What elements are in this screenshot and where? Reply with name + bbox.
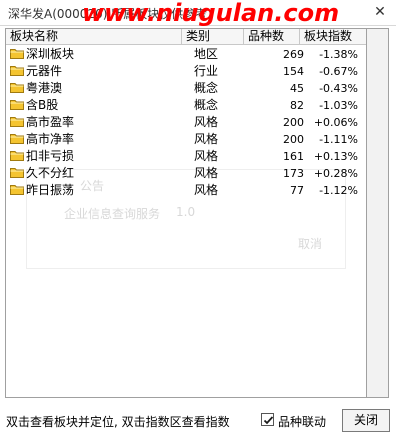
sector-name-cell: 高市净率 bbox=[10, 131, 74, 148]
title-bar: 深华发A(000020) 所属板块仅供参考 www.niugulan.com ✕ bbox=[0, 0, 396, 27]
sector-name-cell: 高市盈率 bbox=[10, 114, 74, 131]
sector-name: 深圳板块 bbox=[26, 47, 75, 61]
folder-icon bbox=[10, 65, 24, 76]
sector-name: 含B股 bbox=[26, 98, 59, 112]
sector-type-cell: 概念 bbox=[194, 81, 219, 95]
sector-type-cell: 风格 bbox=[194, 149, 219, 163]
sync-checkbox[interactable] bbox=[261, 413, 274, 426]
table-row[interactable]: 深圳板块 地区 269 -1.38% bbox=[6, 46, 366, 63]
table-row[interactable]: 高市盈率 风格 200 +0.06% bbox=[6, 114, 366, 131]
sector-name-cell: 昨日振荡 bbox=[10, 182, 74, 199]
folder-icon bbox=[10, 150, 24, 161]
column-header-count[interactable]: 品种数 bbox=[244, 29, 300, 45]
ghost-label: 企业信息查询服务 bbox=[64, 207, 161, 221]
check-icon bbox=[263, 416, 274, 425]
column-header-name[interactable]: 板块名称 bbox=[6, 29, 182, 45]
column-header-type[interactable]: 类别 bbox=[182, 29, 244, 45]
close-button[interactable]: 关闭 bbox=[342, 409, 390, 432]
sector-name-cell: 含B股 bbox=[10, 97, 58, 114]
sector-index-cell[interactable]: +0.06% bbox=[296, 114, 358, 131]
table-row[interactable]: 含B股 概念 82 -1.03% bbox=[6, 97, 366, 114]
status-hint: 双击查看板块并定位, 双击指数区查看指数 bbox=[6, 415, 230, 429]
table-row[interactable]: 元器件 行业 154 -0.67% bbox=[6, 63, 366, 80]
sector-type-cell: 风格 bbox=[194, 115, 219, 129]
folder-icon bbox=[10, 82, 24, 93]
sector-name: 元器件 bbox=[26, 64, 63, 78]
sector-type-cell: 风格 bbox=[194, 183, 219, 197]
sector-name-cell: 粤港澳 bbox=[10, 80, 62, 97]
table-row[interactable]: 扣非亏损 风格 161 +0.13% bbox=[6, 148, 366, 165]
table-header: 板块名称 类别 品种数 板块指数 bbox=[6, 29, 366, 45]
table-row[interactable]: 高市净率 风格 200 -1.11% bbox=[6, 131, 366, 148]
sector-index-cell[interactable]: -1.12% bbox=[296, 182, 358, 199]
close-icon[interactable]: ✕ bbox=[372, 4, 388, 20]
sector-table: 公告 企业信息查询服务 1.0 取消 板块名称 类别 品种数 板块指数 深圳板块… bbox=[5, 28, 367, 398]
sector-name-cell: 扣非亏损 bbox=[10, 148, 74, 165]
ghost-button: 取消 bbox=[298, 237, 323, 251]
sync-checkbox-label[interactable]: 品种联动 bbox=[278, 413, 326, 430]
vertical-scrollbar[interactable] bbox=[367, 28, 389, 398]
folder-icon bbox=[10, 99, 24, 110]
sector-type-cell: 风格 bbox=[194, 132, 219, 146]
sector-name: 久不分红 bbox=[26, 166, 75, 180]
table-row[interactable]: 久不分红 风格 173 +0.28% bbox=[6, 165, 366, 182]
table-row[interactable]: 昨日振荡 风格 77 -1.12% bbox=[6, 182, 366, 199]
folder-icon bbox=[10, 116, 24, 127]
sector-name: 高市净率 bbox=[26, 132, 75, 146]
column-header-index[interactable]: 板块指数 bbox=[300, 29, 366, 45]
sector-type-cell: 地区 bbox=[194, 47, 219, 61]
sector-name: 扣非亏损 bbox=[26, 149, 75, 163]
sector-index-cell[interactable]: -1.03% bbox=[296, 97, 358, 114]
sector-name: 粤港澳 bbox=[26, 81, 63, 95]
sector-index-cell[interactable]: +0.13% bbox=[296, 148, 358, 165]
sector-name-cell: 深圳板块 bbox=[10, 46, 74, 63]
sector-type-cell: 风格 bbox=[194, 166, 219, 180]
folder-icon bbox=[10, 184, 24, 195]
sector-name: 昨日振荡 bbox=[26, 183, 75, 197]
ghost-label: 1.0 bbox=[176, 205, 196, 219]
status-bar: 双击查看板块并定位, 双击指数区查看指数 品种联动 关闭 bbox=[0, 404, 396, 436]
folder-icon bbox=[10, 48, 24, 59]
sector-name-cell: 久不分红 bbox=[10, 165, 74, 182]
sector-index-cell[interactable]: +0.28% bbox=[296, 165, 358, 182]
watermark: www.niugulan.com bbox=[82, 0, 340, 27]
sector-name: 高市盈率 bbox=[26, 115, 75, 129]
sector-index-cell[interactable]: -0.67% bbox=[296, 63, 358, 80]
folder-icon bbox=[10, 133, 24, 144]
folder-icon bbox=[10, 167, 24, 178]
table-row[interactable]: 粤港澳 概念 45 -0.43% bbox=[6, 80, 366, 97]
sector-type-cell: 概念 bbox=[194, 98, 219, 112]
sector-type-cell: 行业 bbox=[194, 64, 219, 78]
sector-index-cell[interactable]: -1.11% bbox=[296, 131, 358, 148]
sector-index-cell[interactable]: -0.43% bbox=[296, 80, 358, 97]
sector-name-cell: 元器件 bbox=[10, 63, 62, 80]
sector-index-cell[interactable]: -1.38% bbox=[296, 46, 358, 63]
